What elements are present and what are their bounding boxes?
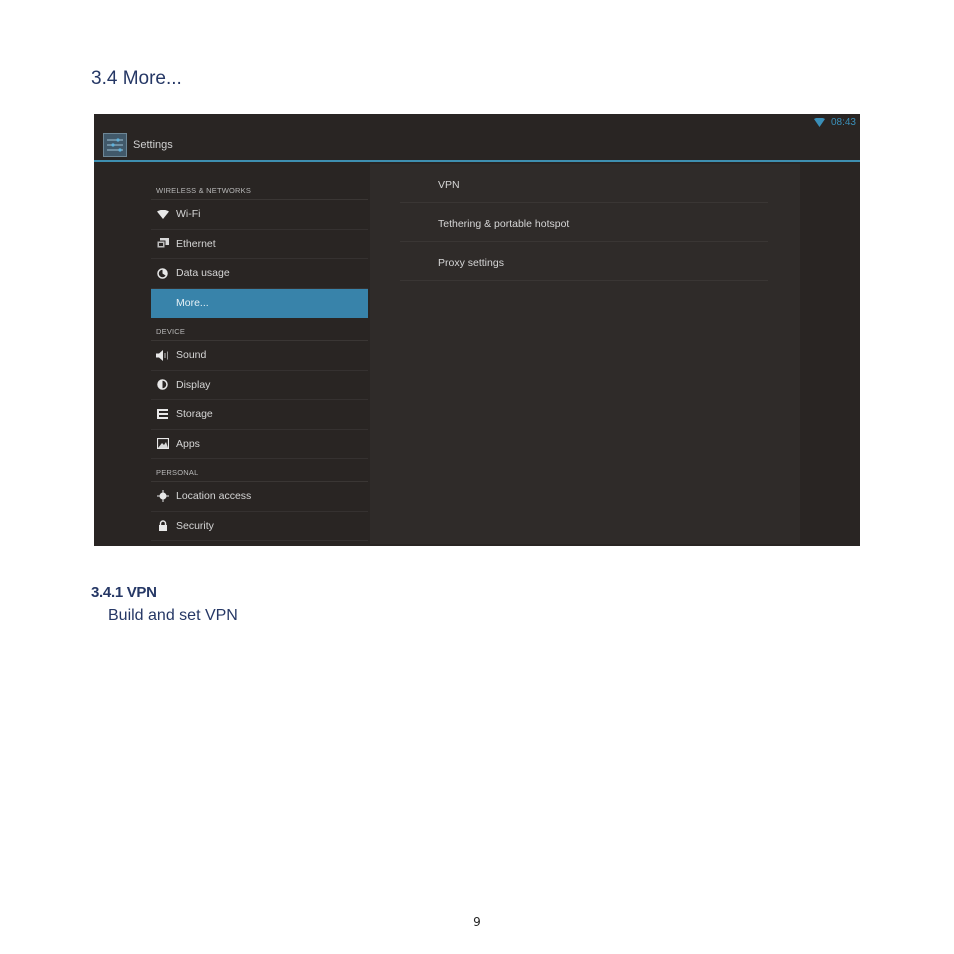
settings-item-cutoff[interactable] [151,541,368,546]
display-icon [156,378,169,391]
storage-icon [156,408,169,421]
settings-item-data-usage[interactable]: Data usage [151,259,368,289]
section-heading: 3.4 More... [91,68,182,89]
settings-item-vpn[interactable]: VPN [400,164,768,203]
status-bar: 08:43 [813,115,856,129]
settings-item-tethering-hotspot[interactable]: Tethering & portable hotspot [400,203,768,242]
body-text: Build and set VPN [108,607,238,624]
settings-item-location-access[interactable]: Location access [151,482,368,512]
settings-headers-list: WIRELESS & NETWORKS Wi-Fi Ethernet Data … [151,162,368,546]
category-wireless-networks: WIRELESS & NETWORKS [151,162,368,200]
more-settings-detail-pane: VPN Tethering & portable hotspot Proxy s… [370,164,800,544]
settings-item-ethernet[interactable]: Ethernet [151,230,368,259]
settings-sliders-icon[interactable] [103,133,127,157]
app-title: Settings [133,139,173,151]
lock-icon [156,519,169,532]
settings-item-display[interactable]: Display [151,371,368,400]
settings-item-storage[interactable]: Storage [151,400,368,430]
clock: 08:43 [830,116,856,128]
settings-item-sound[interactable]: Sound [151,341,368,371]
settings-item-wifi[interactable]: Wi-Fi [151,200,368,230]
category-device: DEVICE [151,318,368,341]
android-settings-screenshot: 08:43 Settings WIRELESS & NETWORKS Wi-Fi [94,114,860,546]
wifi-icon [156,208,169,221]
location-icon [156,490,169,503]
apps-icon [156,437,169,450]
data-usage-icon [156,267,169,280]
action-bar: Settings [94,129,860,161]
subsection-heading: 3.4.1 VPN [91,584,157,601]
wifi-signal-icon [813,117,825,127]
page-number: 9 [473,915,481,929]
settings-item-more[interactable]: More... [151,288,368,318]
settings-item-apps[interactable]: Apps [151,430,368,459]
settings-item-proxy-settings[interactable]: Proxy settings [400,242,768,281]
category-personal: PERSONAL [151,459,368,482]
ethernet-icon [156,237,169,250]
sound-icon [156,349,169,362]
settings-item-security[interactable]: Security [151,512,368,541]
